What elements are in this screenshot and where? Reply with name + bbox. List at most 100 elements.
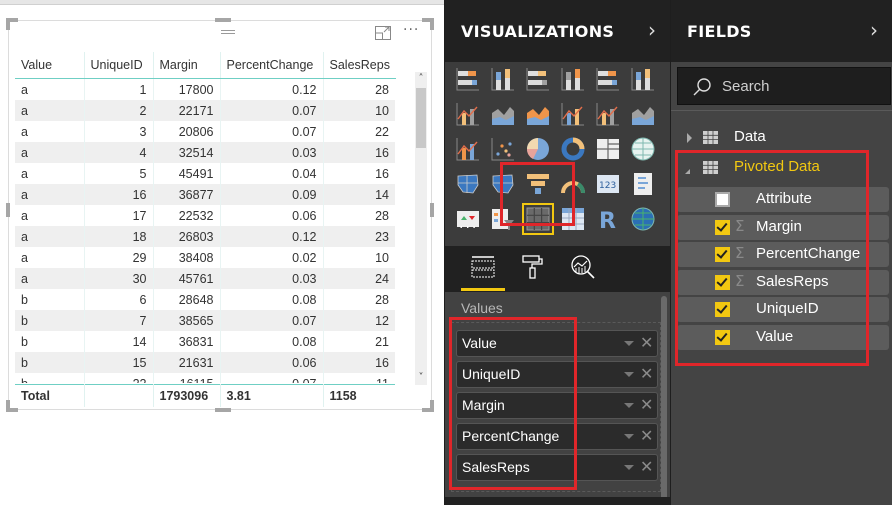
stacked-column-chart-icon[interactable] (490, 66, 516, 92)
pie-chart-icon[interactable] (525, 136, 551, 162)
filled-map-icon[interactable] (455, 171, 481, 197)
chevron-down-icon[interactable] (624, 341, 634, 346)
chevron-down-icon[interactable] (624, 372, 634, 377)
map-icon[interactable] (630, 136, 656, 162)
total-label: Total (21, 388, 50, 403)
cell-uniqueid: 17 (83, 205, 153, 226)
visualizations-title: VISUALIZATIONS (461, 22, 615, 41)
fields-tab-icon[interactable] (469, 254, 497, 280)
format-tab-icon[interactable] (519, 254, 547, 280)
table-scrollbar[interactable]: ˄ ˅ (415, 72, 427, 385)
cell-uniqueid: 15 (83, 352, 153, 373)
resize-handle-right[interactable] (430, 203, 434, 217)
column-header-value[interactable]: Value (15, 52, 84, 79)
100-stacked-bar-chart-icon[interactable] (595, 66, 621, 92)
chevron-down-icon[interactable] (624, 434, 634, 439)
cell-percentchange: 0.08 (219, 331, 323, 352)
cell-salesreps: 22 (322, 121, 395, 142)
multi-row-card-icon[interactable] (630, 171, 656, 197)
stacked-bar-chart-icon[interactable] (455, 66, 481, 92)
column-header-uniqueid[interactable]: UniqueID (83, 52, 153, 79)
remove-field-icon[interactable]: ✕ (640, 426, 653, 445)
visualizations-pane: VISUALIZATIONS › 123 R ··· Values Value … (444, 0, 670, 505)
column-header-margin[interactable]: Margin (152, 52, 220, 79)
resize-handle-bottom-right[interactable] (422, 400, 434, 412)
cell-uniqueid: 2 (83, 100, 153, 121)
get-more-visuals-icon[interactable]: ··· (459, 220, 478, 236)
table-row: b22161150.0711 (15, 373, 395, 383)
annotation-highlight-table-icon (500, 162, 575, 226)
table-visual[interactable]: ··· Value UniqueID Margin PercentChange Sale… (6, 18, 434, 412)
cell-percentchange: 0.06 (219, 205, 323, 226)
scroll-down-icon[interactable]: ˅ (415, 371, 427, 385)
resize-handle-top[interactable] (215, 18, 231, 22)
line-and-clustered-column-chart-icon[interactable] (595, 101, 621, 127)
annotation-highlight-values (449, 317, 577, 490)
stacked-area-chart-icon[interactable] (525, 101, 551, 127)
annotation-highlight-pivoted-data (675, 150, 869, 366)
ribbon-chart-icon[interactable] (630, 101, 656, 127)
chevron-down-icon[interactable] (624, 403, 634, 408)
cell-salesreps: 28 (322, 79, 395, 100)
cell-percentchange: 0.07 (219, 100, 323, 121)
cell-value: b (21, 334, 28, 349)
scroll-up-icon[interactable]: ˄ (415, 72, 427, 86)
table-row: a 18 26803 0.12 23 (15, 226, 395, 247)
clustered-bar-chart-icon[interactable] (525, 66, 551, 92)
waterfall-chart-icon[interactable] (455, 136, 481, 162)
cell-uniqueid: 14 (83, 331, 153, 352)
cell-percentchange: 0.03 (219, 142, 323, 163)
analytics-tab-icon[interactable] (569, 254, 597, 280)
cell-percentchange: 0.02 (219, 247, 323, 268)
column-header-salesreps[interactable]: SalesReps (322, 52, 396, 79)
cell-salesreps: 23 (322, 226, 395, 247)
fields-divider (671, 110, 892, 111)
resize-handle-top-left[interactable] (6, 18, 18, 30)
area-chart-icon[interactable] (490, 101, 516, 127)
field-table-data[interactable]: Data (681, 128, 881, 148)
visualizations-header: VISUALIZATIONS › (445, 0, 670, 62)
remove-field-icon[interactable]: ✕ (640, 395, 653, 414)
cell-value: b (21, 292, 28, 307)
drag-grip-icon[interactable] (221, 30, 235, 34)
treemap-icon[interactable] (595, 136, 621, 162)
resize-handle-left[interactable] (6, 203, 10, 217)
card-icon[interactable]: 123 (595, 171, 621, 197)
chevron-down-icon[interactable] (624, 465, 634, 470)
remove-field-icon[interactable]: ✕ (640, 457, 653, 476)
table-body: a 1 17800 0.12 28 a 2 22171 0.07 10 a 3 20806 0.07 22 a… (15, 79, 395, 383)
collapse-fields-icon[interactable]: › (870, 18, 878, 42)
cell-value: a (21, 166, 28, 181)
remove-field-icon[interactable]: ✕ (640, 333, 653, 352)
collapsed-caret-icon[interactable] (687, 133, 692, 143)
100-stacked-column-chart-icon[interactable] (630, 66, 656, 92)
cell-value: b (15, 373, 84, 384)
fields-search-input[interactable]: Search (677, 67, 891, 105)
line-chart-icon[interactable] (455, 101, 481, 127)
cell-percentchange: 0.07 (219, 121, 323, 142)
visualizations-scrollbar[interactable] (661, 296, 667, 505)
donut-chart-icon[interactable] (560, 136, 586, 162)
arcgis-map-icon[interactable] (630, 206, 656, 232)
cell-percentchange: 0.07 (219, 310, 323, 331)
table-row: a 29 38408 0.02 10 (15, 247, 395, 268)
cell-salesreps: 10 (322, 100, 395, 121)
scroll-thumb[interactable] (416, 88, 426, 148)
resize-handle-top-right[interactable] (422, 18, 434, 30)
cell-percentchange: 0.08 (219, 289, 323, 310)
remove-field-icon[interactable]: ✕ (640, 364, 653, 383)
r-script-visual-icon[interactable]: R (595, 206, 621, 232)
table-row: a 17 22532 0.06 28 (15, 205, 395, 226)
collapse-visualizations-icon[interactable]: › (648, 18, 656, 42)
table-row: a 16 36877 0.09 14 (15, 184, 395, 205)
resize-handle-bottom[interactable] (215, 408, 231, 412)
line-and-stacked-column-chart-icon[interactable] (560, 101, 586, 127)
more-options-icon[interactable]: ··· (403, 22, 419, 38)
focus-mode-icon[interactable] (375, 26, 391, 40)
fields-header: FIELDS › (671, 0, 892, 62)
column-header-percentchange[interactable]: PercentChange (219, 52, 323, 79)
cell-salesreps: 10 (322, 247, 395, 268)
cell-percentchange: 0.06 (219, 352, 323, 373)
clustered-column-chart-icon[interactable] (560, 66, 586, 92)
scatter-chart-icon[interactable] (490, 136, 516, 162)
